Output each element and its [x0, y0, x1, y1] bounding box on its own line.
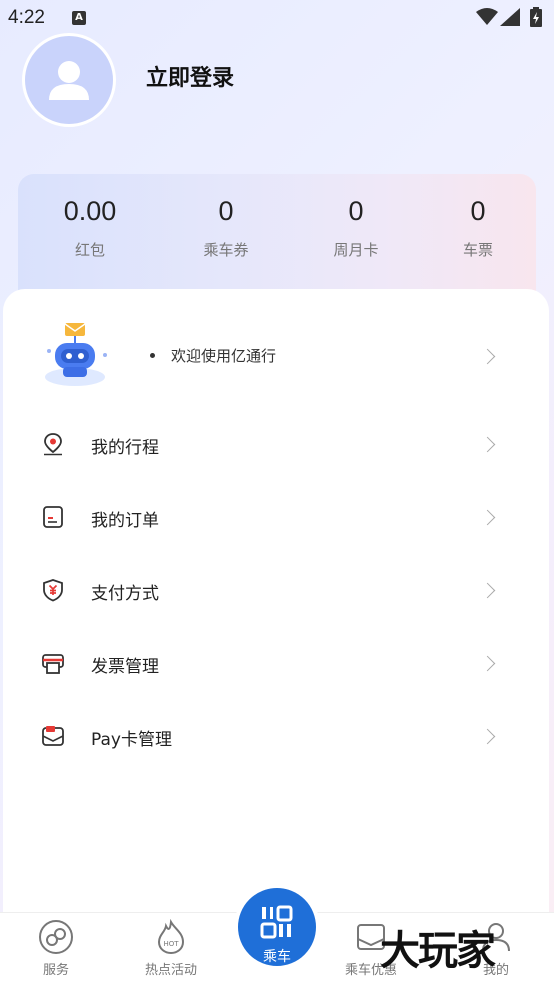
wifi-icon — [476, 8, 498, 25]
battery-icon — [530, 7, 542, 27]
menu-item-payment[interactable]: 支付方式 — [3, 560, 549, 620]
stat-label: 周月卡 — [333, 241, 379, 259]
ride-label: 乘车 — [263, 949, 291, 965]
services-icon — [39, 920, 73, 954]
stat-value: 0 — [470, 196, 486, 226]
wallet-stats: 0.00 红包 0 乘车券 0 周月卡 0 车票 — [18, 174, 536, 294]
bullet-dot — [150, 353, 155, 358]
invoice-printer-icon — [42, 654, 64, 674]
order-doc-icon — [43, 506, 63, 528]
menu-item-label: 支付方式 — [91, 584, 159, 604]
menu-item-pay-card[interactable]: Pay卡管理 — [3, 706, 549, 766]
chevron-right-icon — [479, 655, 496, 672]
menu-item-label: 我的订单 — [91, 511, 159, 531]
robot-mascot-icon — [45, 323, 107, 386]
chevron-right-icon — [479, 348, 496, 365]
nav-label: 服务 — [42, 963, 69, 978]
stat-red-packet[interactable]: 0.00 红包 — [25, 196, 155, 260]
nav-label: 热点活动 — [144, 963, 197, 978]
stat-label: 红包 — [74, 241, 105, 259]
menu-item-label: 发票管理 — [91, 657, 159, 677]
chevron-right-icon — [479, 509, 496, 526]
stat-period-card[interactable]: 0 周月卡 — [291, 196, 421, 260]
stat-value: 0.00 — [63, 196, 117, 226]
chevron-right-icon — [479, 582, 496, 599]
chevron-right-icon — [479, 728, 496, 745]
login-button[interactable]: 立即登录 — [146, 60, 234, 92]
avatar[interactable] — [22, 33, 116, 127]
main-panel: 欢迎使用亿通行 我的行程 我的订单 支付方式 发票管理 Pay卡管理 — [3, 289, 549, 929]
svg-text:HOT: HOT — [163, 940, 179, 948]
yuan-shield-icon — [43, 579, 63, 602]
pay-card-icon — [42, 726, 64, 746]
qr-code-icon — [260, 905, 293, 939]
ride-qr-button[interactable]: 乘车 — [234, 884, 320, 970]
nav-services[interactable]: 服务 — [11, 919, 101, 978]
watermark-logo: 大玩家 — [380, 927, 496, 974]
stat-value: 0 — [348, 196, 364, 226]
stat-value: 0 — [218, 196, 234, 226]
chevron-right-icon — [479, 436, 496, 453]
signal-icon — [500, 8, 520, 26]
stat-ticket[interactable]: 0 车票 — [413, 196, 543, 260]
notification-a-icon: A — [72, 11, 86, 25]
welcome-text: 欢迎使用亿通行 — [171, 347, 277, 365]
status-bar: 4:22 A — [0, 0, 554, 34]
location-pin-icon — [44, 433, 62, 456]
stat-ride-coupon[interactable]: 0 乘车券 — [161, 196, 291, 260]
menu-item-invoice[interactable]: 发票管理 — [3, 633, 549, 693]
menu-item-trips[interactable]: 我的行程 — [3, 414, 549, 474]
stat-label: 车票 — [462, 241, 493, 259]
stat-label: 乘车券 — [203, 241, 249, 259]
hot-flame-icon: HOT — [157, 919, 185, 955]
welcome-banner[interactable]: 欢迎使用亿通行 — [3, 289, 549, 429]
menu-item-orders[interactable]: 我的订单 — [3, 487, 549, 547]
nav-hot-events[interactable]: HOT 热点活动 — [126, 919, 216, 978]
menu-item-label: 我的行程 — [91, 438, 159, 458]
user-icon — [49, 61, 89, 100]
menu-item-label: Pay卡管理 — [91, 730, 172, 750]
status-time: 4:22 — [8, 7, 45, 28]
